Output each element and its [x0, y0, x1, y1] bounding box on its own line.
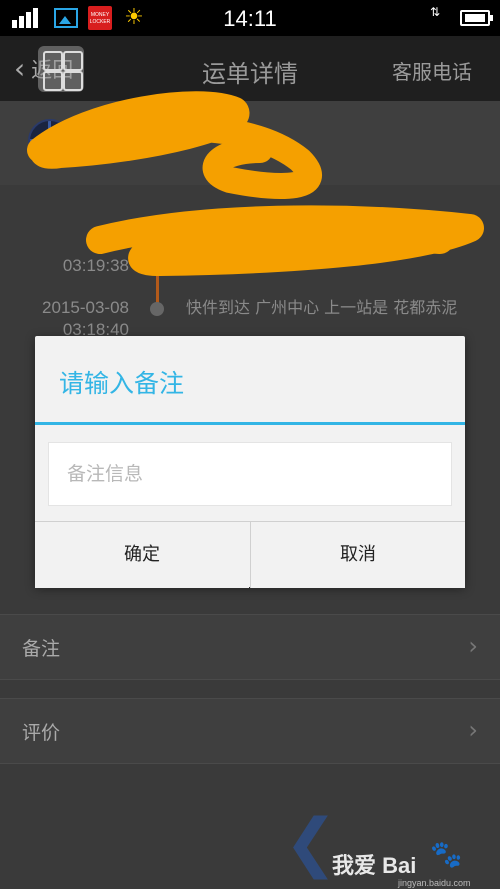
- cancel-button[interactable]: 取消: [250, 522, 465, 588]
- dialog-divider: [35, 422, 465, 425]
- dialog-button-bar: 确定 取消: [35, 521, 465, 588]
- baidu-watermark: ❮ 我爱 Bai 🐾 jingyan.baidu.com: [280, 808, 500, 889]
- wing-logo-icon: ❮: [284, 806, 338, 880]
- confirm-button[interactable]: 确定: [35, 522, 249, 588]
- remark-dialog: 请输入备注 确定 取消: [35, 336, 465, 588]
- app-screen: MONEY LOCKER ☀ 14:11 ⇅ ‹ 返回 运单详情 客服电话 03…: [0, 0, 500, 889]
- baidu-paw-icon: 🐾: [430, 840, 463, 870]
- remark-input[interactable]: [48, 442, 452, 506]
- watermark-url: jingyan.baidu.com: [398, 878, 471, 888]
- watermark-text: 我爱 Bai: [332, 853, 417, 878]
- dialog-title: 请输入备注: [59, 369, 185, 398]
